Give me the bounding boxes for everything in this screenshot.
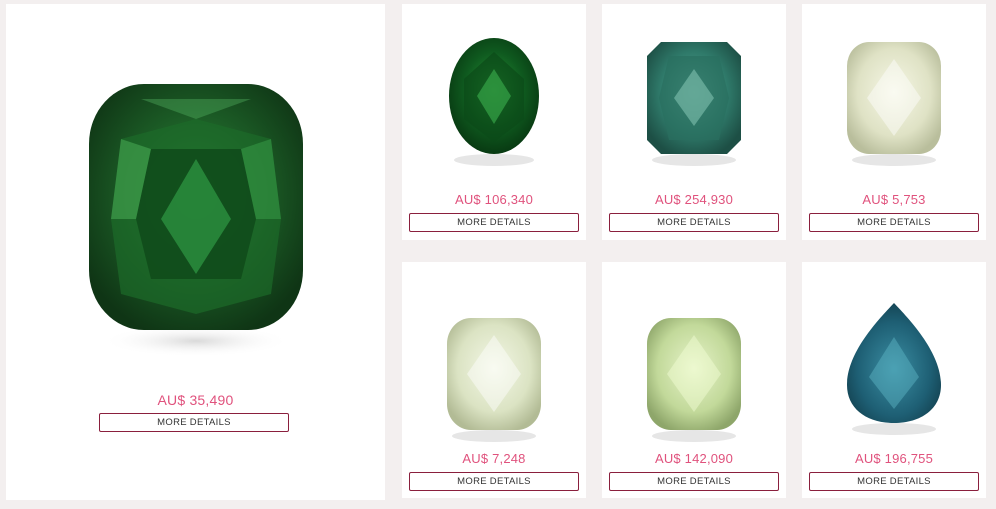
product-card[interactable]: AU$ 196,755 MORE DETAILS (802, 262, 986, 498)
product-price: AU$ 196,755 (854, 451, 934, 466)
blue-green-radiant-diamond-image[interactable] (602, 26, 786, 176)
product-card[interactable]: AU$ 7,248 MORE DETAILS (402, 262, 586, 498)
more-details-button[interactable]: MORE DETAILS (809, 472, 979, 491)
product-price: AU$ 5,753 (862, 192, 926, 207)
product-price: AU$ 7,248 (462, 451, 526, 466)
green-cushion-diamond-image[interactable] (6, 74, 385, 374)
blue-pear-diamond-image[interactable] (802, 287, 986, 447)
more-details-button[interactable]: MORE DETAILS (609, 213, 779, 232)
more-details-button[interactable]: MORE DETAILS (99, 413, 289, 432)
product-price: AU$ 106,340 (454, 192, 534, 207)
product-card[interactable]: AU$ 142,090 MORE DETAILS (602, 262, 786, 498)
green-oval-diamond-image[interactable] (402, 26, 586, 176)
more-details-button[interactable]: MORE DETAILS (409, 472, 579, 491)
product-card[interactable]: AU$ 106,340 MORE DETAILS (402, 4, 586, 240)
product-card[interactable]: AU$ 5,753 MORE DETAILS (802, 4, 986, 240)
yellow-green-cushion-diamond-image[interactable] (602, 307, 786, 447)
product-price: AU$ 254,930 (654, 192, 734, 207)
product-card[interactable]: AU$ 254,930 MORE DETAILS (602, 4, 786, 240)
more-details-button[interactable]: MORE DETAILS (609, 472, 779, 491)
more-details-button[interactable]: MORE DETAILS (809, 213, 979, 232)
light-yellow-green-cushion-diamond-image[interactable] (402, 307, 586, 447)
product-card[interactable]: AU$ 35,490 MORE DETAILS (6, 4, 385, 500)
light-yellow-green-cushion-diamond-image[interactable] (802, 26, 986, 176)
more-details-button[interactable]: MORE DETAILS (409, 213, 579, 232)
product-price: AU$ 142,090 (654, 451, 734, 466)
product-price: AU$ 35,490 (157, 392, 234, 408)
